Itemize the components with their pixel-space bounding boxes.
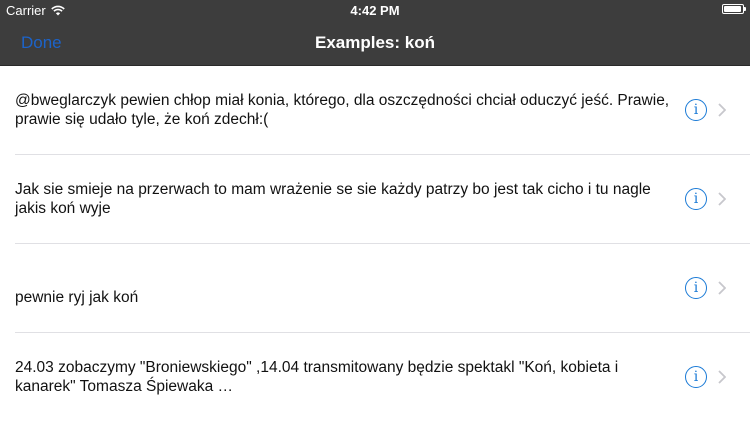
battery-nub [744, 7, 746, 11]
example-text: @bweglarczyk pewien chłop miał konia, kt… [15, 92, 670, 128]
example-row[interactable]: Jak sie smieje na przerwach to mam wraże… [0, 155, 750, 244]
chevron-right-icon [718, 370, 726, 384]
battery-level [724, 6, 742, 12]
info-icon[interactable]: i [685, 366, 707, 388]
example-text: 24.03 zobaczymy "Broniewskiego" ,14.04 t… [15, 359, 619, 395]
app-screen: Carrier 4:42 PM Done Examples: koń @bweg… [0, 0, 750, 422]
info-icon[interactable]: i [685, 188, 707, 210]
example-text: pewnie ryj jak koń [15, 289, 139, 306]
status-right [722, 4, 746, 14]
status-bar: Carrier 4:42 PM [0, 0, 750, 22]
example-row[interactable]: pewnie ryj jak koń i [0, 244, 750, 333]
battery-icon [722, 4, 746, 14]
status-time: 4:42 PM [350, 3, 400, 18]
info-icon[interactable]: i [685, 277, 707, 299]
page-title: Examples: koń [315, 33, 435, 52]
example-row[interactable]: 24.03 zobaczymy "Broniewskiego" ,14.04 t… [0, 333, 750, 422]
chevron-right-icon [718, 192, 726, 206]
navigation-bar: Done Examples: koń [0, 22, 750, 66]
chevron-right-icon [718, 281, 726, 295]
examples-list: @bweglarczyk pewien chłop miał konia, kt… [0, 66, 750, 422]
info-icon[interactable]: i [685, 99, 707, 121]
example-text: Jak sie smieje na przerwach to mam wraże… [15, 181, 651, 217]
example-row[interactable]: @bweglarczyk pewien chłop miał konia, kt… [0, 66, 750, 155]
chevron-right-icon [718, 103, 726, 117]
